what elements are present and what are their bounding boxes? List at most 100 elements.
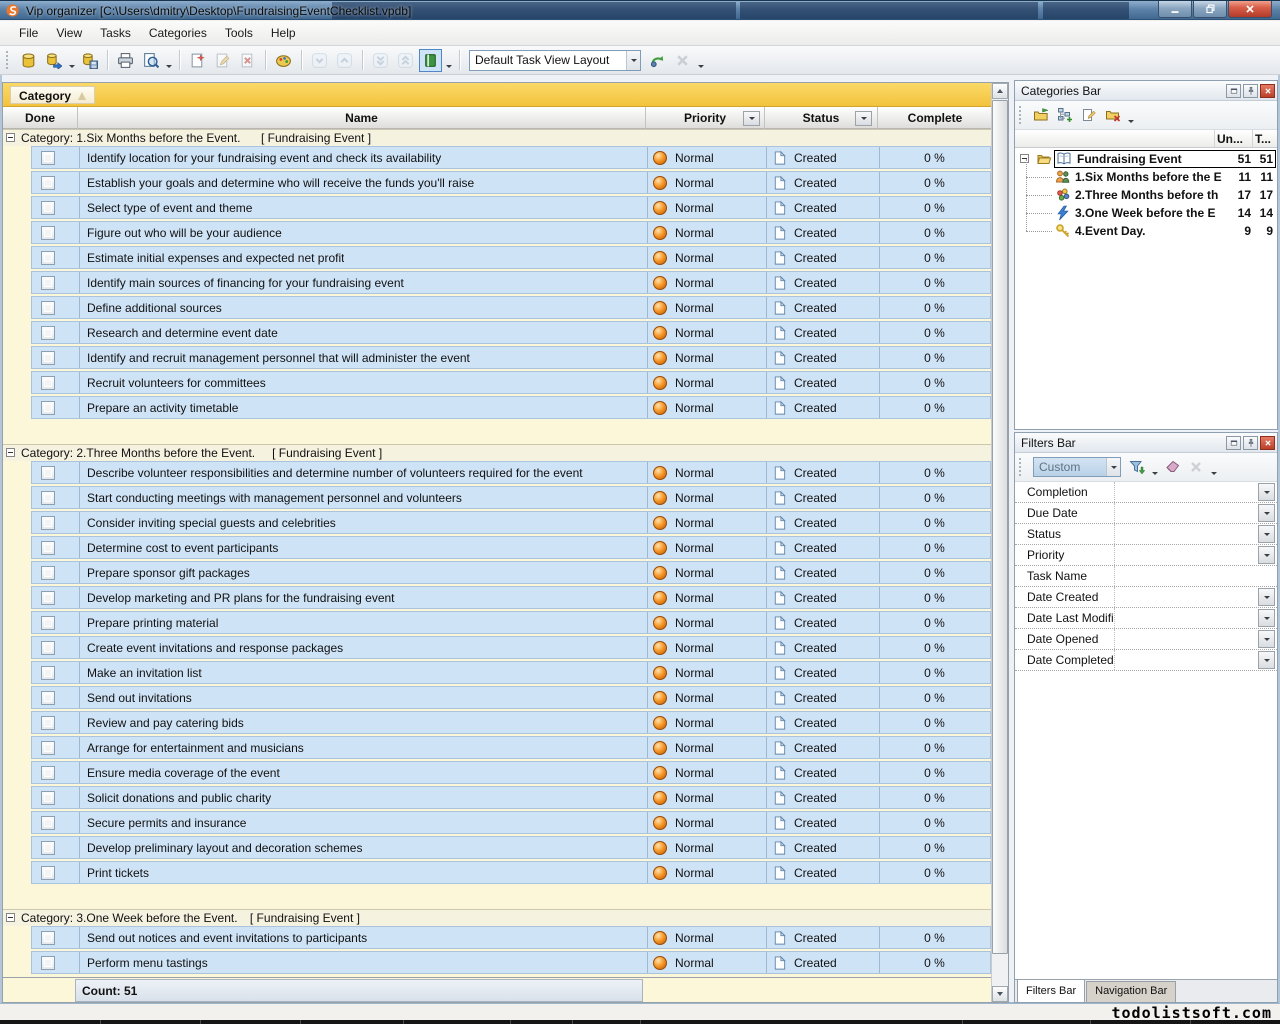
group-by-category-chip[interactable]: Category bbox=[10, 86, 95, 104]
new-task-button[interactable] bbox=[186, 49, 209, 72]
menu-categories[interactable]: Categories bbox=[140, 22, 216, 44]
done-checkbox[interactable] bbox=[41, 516, 55, 530]
menu-tasks[interactable]: Tasks bbox=[91, 22, 140, 44]
edit-task-button[interactable] bbox=[211, 49, 234, 72]
task-row[interactable]: Send out notices and event invitations t… bbox=[31, 926, 991, 949]
done-checkbox[interactable] bbox=[41, 351, 55, 365]
toolbar-grip[interactable] bbox=[1019, 458, 1024, 476]
task-row[interactable]: Arrange for entertainment and musicians … bbox=[31, 736, 991, 759]
task-row[interactable]: Identify location for your fundraising e… bbox=[31, 146, 991, 169]
print-preview-button[interactable] bbox=[139, 49, 162, 72]
toolbar-overflow-caret[interactable] bbox=[1125, 104, 1136, 127]
status-filter-dropdown[interactable] bbox=[855, 111, 872, 126]
done-checkbox[interactable] bbox=[41, 866, 55, 880]
category-group-header[interactable]: Category: 2.Three Months before the Even… bbox=[3, 444, 991, 461]
print-button[interactable] bbox=[114, 49, 137, 72]
toolbar-overflow-caret[interactable] bbox=[695, 49, 706, 72]
filter-dropdown-button[interactable] bbox=[1258, 483, 1275, 501]
categories-restore-button[interactable] bbox=[1226, 84, 1241, 98]
move-down-button[interactable] bbox=[308, 49, 331, 72]
collapse-icon[interactable] bbox=[1020, 154, 1029, 163]
filter-dropdown-button[interactable] bbox=[1258, 630, 1275, 648]
done-checkbox[interactable] bbox=[41, 641, 55, 655]
toolbar-grip[interactable] bbox=[1019, 106, 1024, 124]
categories-close-button[interactable] bbox=[1260, 84, 1275, 98]
filters-restore-button[interactable] bbox=[1226, 436, 1241, 450]
task-row[interactable]: Print tickets Normal Created 0 % bbox=[31, 861, 991, 884]
combo-dropdown-button[interactable] bbox=[626, 51, 640, 70]
move-to-bottom-button[interactable] bbox=[369, 49, 392, 72]
done-checkbox[interactable] bbox=[41, 151, 55, 165]
filter-dropdown-button[interactable] bbox=[1258, 525, 1275, 543]
done-checkbox[interactable] bbox=[41, 466, 55, 480]
filter-preset-combo-value[interactable] bbox=[1034, 458, 1106, 476]
task-row[interactable]: Send out invitations Normal Created 0 % bbox=[31, 686, 991, 709]
menu-tools[interactable]: Tools bbox=[216, 22, 262, 44]
column-header-uncompleted[interactable]: Un... bbox=[1217, 132, 1251, 146]
done-checkbox[interactable] bbox=[41, 691, 55, 705]
column-header-complete[interactable]: Complete bbox=[878, 107, 992, 129]
done-checkbox[interactable] bbox=[41, 841, 55, 855]
task-row[interactable]: Select type of event and theme Normal Cr… bbox=[31, 196, 991, 219]
column-header-total[interactable]: T... bbox=[1255, 132, 1275, 146]
tab-navigation-bar[interactable]: Navigation Bar bbox=[1086, 981, 1176, 1002]
done-checkbox[interactable] bbox=[41, 566, 55, 580]
delete-category-button[interactable] bbox=[1102, 104, 1124, 126]
category-tree-item[interactable]: 4.Event Day. 9 9 bbox=[1015, 222, 1277, 240]
category-tree-item[interactable]: 3.One Week before the E 14 14 bbox=[1015, 204, 1277, 222]
task-row[interactable]: Estimate initial expenses and expected n… bbox=[31, 246, 991, 269]
done-checkbox[interactable] bbox=[41, 401, 55, 415]
task-row[interactable]: Develop marketing and PR plans for the f… bbox=[31, 586, 991, 609]
filter-dropdown-button[interactable] bbox=[1258, 609, 1275, 627]
done-checkbox[interactable] bbox=[41, 251, 55, 265]
minimize-button[interactable] bbox=[1158, 1, 1192, 18]
task-row[interactable]: Develop preliminary layout and decoratio… bbox=[31, 836, 991, 859]
done-checkbox[interactable] bbox=[41, 766, 55, 780]
task-row[interactable]: Establish your goals and determine who w… bbox=[31, 171, 991, 194]
task-row[interactable]: Define additional sources Normal Created… bbox=[31, 296, 991, 319]
column-header-name[interactable]: Name bbox=[78, 107, 646, 129]
column-header-done[interactable]: Done bbox=[3, 107, 78, 129]
categories-button[interactable] bbox=[272, 49, 295, 72]
done-checkbox[interactable] bbox=[41, 956, 55, 970]
task-row[interactable]: Perform menu tastings Normal Created 0 % bbox=[31, 951, 991, 974]
delete-task-button[interactable] bbox=[236, 49, 259, 72]
category-group-header[interactable]: Category: 3.One Week before the Event. [… bbox=[3, 909, 991, 926]
task-row[interactable]: Start conducting meetings with managemen… bbox=[31, 486, 991, 509]
restore-button[interactable] bbox=[1193, 1, 1227, 18]
menu-file[interactable]: File bbox=[10, 22, 47, 44]
done-checkbox[interactable] bbox=[41, 376, 55, 390]
task-row[interactable]: Research and determine event date Normal… bbox=[31, 321, 991, 344]
clear-layout-button[interactable] bbox=[671, 49, 694, 72]
done-checkbox[interactable] bbox=[41, 816, 55, 830]
collapse-icon[interactable] bbox=[6, 448, 15, 457]
filter-dropdown-button[interactable] bbox=[1258, 546, 1275, 564]
vertical-scrollbar[interactable] bbox=[991, 83, 1008, 1002]
done-checkbox[interactable] bbox=[41, 541, 55, 555]
print-preview-dropdown-caret[interactable] bbox=[163, 49, 174, 72]
filters-pin-button[interactable] bbox=[1243, 436, 1258, 450]
apply-layout-button[interactable] bbox=[646, 49, 669, 72]
category-tree-item[interactable]: 1.Six Months before the E 11 11 bbox=[1015, 168, 1277, 186]
category-tree-item[interactable]: 2.Three Months before th 17 17 bbox=[1015, 186, 1277, 204]
task-row[interactable]: Make an invitation list Normal Created 0… bbox=[31, 661, 991, 684]
done-checkbox[interactable] bbox=[41, 201, 55, 215]
task-row[interactable]: Identify main sources of financing for y… bbox=[31, 271, 991, 294]
view-layout-button[interactable] bbox=[419, 49, 442, 72]
done-checkbox[interactable] bbox=[41, 666, 55, 680]
edit-category-button[interactable] bbox=[1078, 104, 1100, 126]
tab-filters-bar[interactable]: Filters Bar bbox=[1017, 979, 1085, 1002]
move-up-button[interactable] bbox=[333, 49, 356, 72]
task-row[interactable]: Prepare printing material Normal Created… bbox=[31, 611, 991, 634]
task-row[interactable]: Describe volunteer responsibilities and … bbox=[31, 461, 991, 484]
task-row[interactable]: Solicit donations and public charity Nor… bbox=[31, 786, 991, 809]
apply-filter-dropdown-caret[interactable] bbox=[1149, 456, 1160, 479]
filters-close-button[interactable] bbox=[1260, 436, 1275, 450]
close-button[interactable] bbox=[1228, 1, 1272, 18]
remove-filter-button[interactable] bbox=[1185, 456, 1207, 478]
scroll-up-button[interactable] bbox=[992, 83, 1008, 99]
combo-dropdown-button[interactable] bbox=[1106, 458, 1120, 476]
category-tree-item[interactable]: Fundraising Event 51 51 bbox=[1015, 150, 1277, 168]
collapse-icon[interactable] bbox=[6, 913, 15, 922]
collapse-icon[interactable] bbox=[6, 133, 15, 142]
